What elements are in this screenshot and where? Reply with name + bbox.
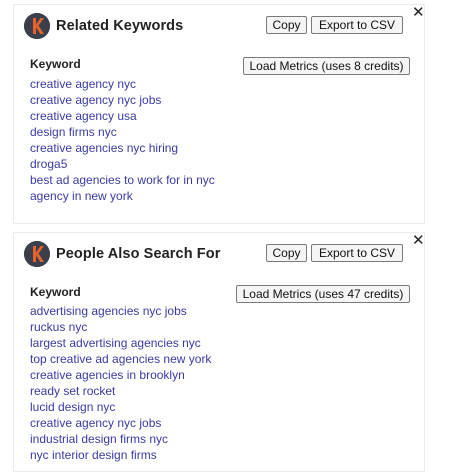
keyword-list: creative agency nyc creative agency nyc … bbox=[30, 76, 215, 204]
keyword-link[interactable]: ruckus nyc bbox=[30, 319, 211, 335]
load-metrics-button[interactable]: Load Metrics (uses 8 credits) bbox=[243, 57, 410, 75]
keyword-column-header: Keyword bbox=[30, 57, 81, 71]
keyword-link[interactable]: creative agency usa bbox=[30, 108, 215, 124]
keyword-link[interactable]: creative agency nyc jobs bbox=[30, 415, 211, 431]
keywords-everywhere-logo-icon bbox=[24, 241, 50, 267]
keyword-link[interactable]: lucid design nyc bbox=[30, 399, 211, 415]
keyword-link[interactable]: droga5 bbox=[30, 156, 215, 172]
keyword-link[interactable]: agency in new york bbox=[30, 188, 215, 204]
keyword-link[interactable]: ready set rocket bbox=[30, 383, 211, 399]
panel-title: Related Keywords bbox=[56, 18, 184, 34]
close-icon[interactable]: ✕ bbox=[412, 233, 425, 248]
keyword-link[interactable]: design firms nyc bbox=[30, 124, 215, 140]
keyword-link[interactable]: creative agency nyc jobs bbox=[30, 92, 215, 108]
keyword-link[interactable]: top creative ad agencies new york bbox=[30, 351, 211, 367]
keywords-everywhere-logo-icon bbox=[24, 13, 50, 39]
related-keywords-panel: Related Keywords Copy Export to CSV ✕ Ke… bbox=[13, 4, 425, 224]
close-icon[interactable]: ✕ bbox=[412, 5, 425, 20]
keyword-link[interactable]: industrial design firms nyc bbox=[30, 431, 211, 447]
related-keywords-header: Related Keywords bbox=[24, 12, 183, 40]
copy-button[interactable]: Copy bbox=[266, 16, 307, 34]
pasf-header: People Also Search For bbox=[24, 240, 220, 268]
copy-button[interactable]: Copy bbox=[266, 244, 307, 262]
export-csv-button[interactable]: Export to CSV bbox=[311, 16, 403, 34]
load-metrics-button[interactable]: Load Metrics (uses 47 credits) bbox=[236, 285, 410, 303]
keyword-link[interactable]: advertising agencies nyc jobs bbox=[30, 303, 211, 319]
people-also-search-for-panel: People Also Search For Copy Export to CS… bbox=[13, 232, 425, 472]
keyword-list: advertising agencies nyc jobs ruckus nyc… bbox=[30, 303, 211, 463]
keyword-link[interactable]: largest advertising agencies nyc bbox=[30, 335, 211, 351]
keyword-link[interactable]: creative agency nyc bbox=[30, 76, 215, 92]
keyword-column-header: Keyword bbox=[30, 285, 81, 299]
keyword-link[interactable]: creative agencies in brooklyn bbox=[30, 367, 211, 383]
panel-title: People Also Search For bbox=[56, 246, 221, 262]
keyword-link[interactable]: creative agencies nyc hiring bbox=[30, 140, 215, 156]
keyword-link[interactable]: best ad agencies to work for in nyc bbox=[30, 172, 215, 188]
export-csv-button[interactable]: Export to CSV bbox=[311, 244, 403, 262]
